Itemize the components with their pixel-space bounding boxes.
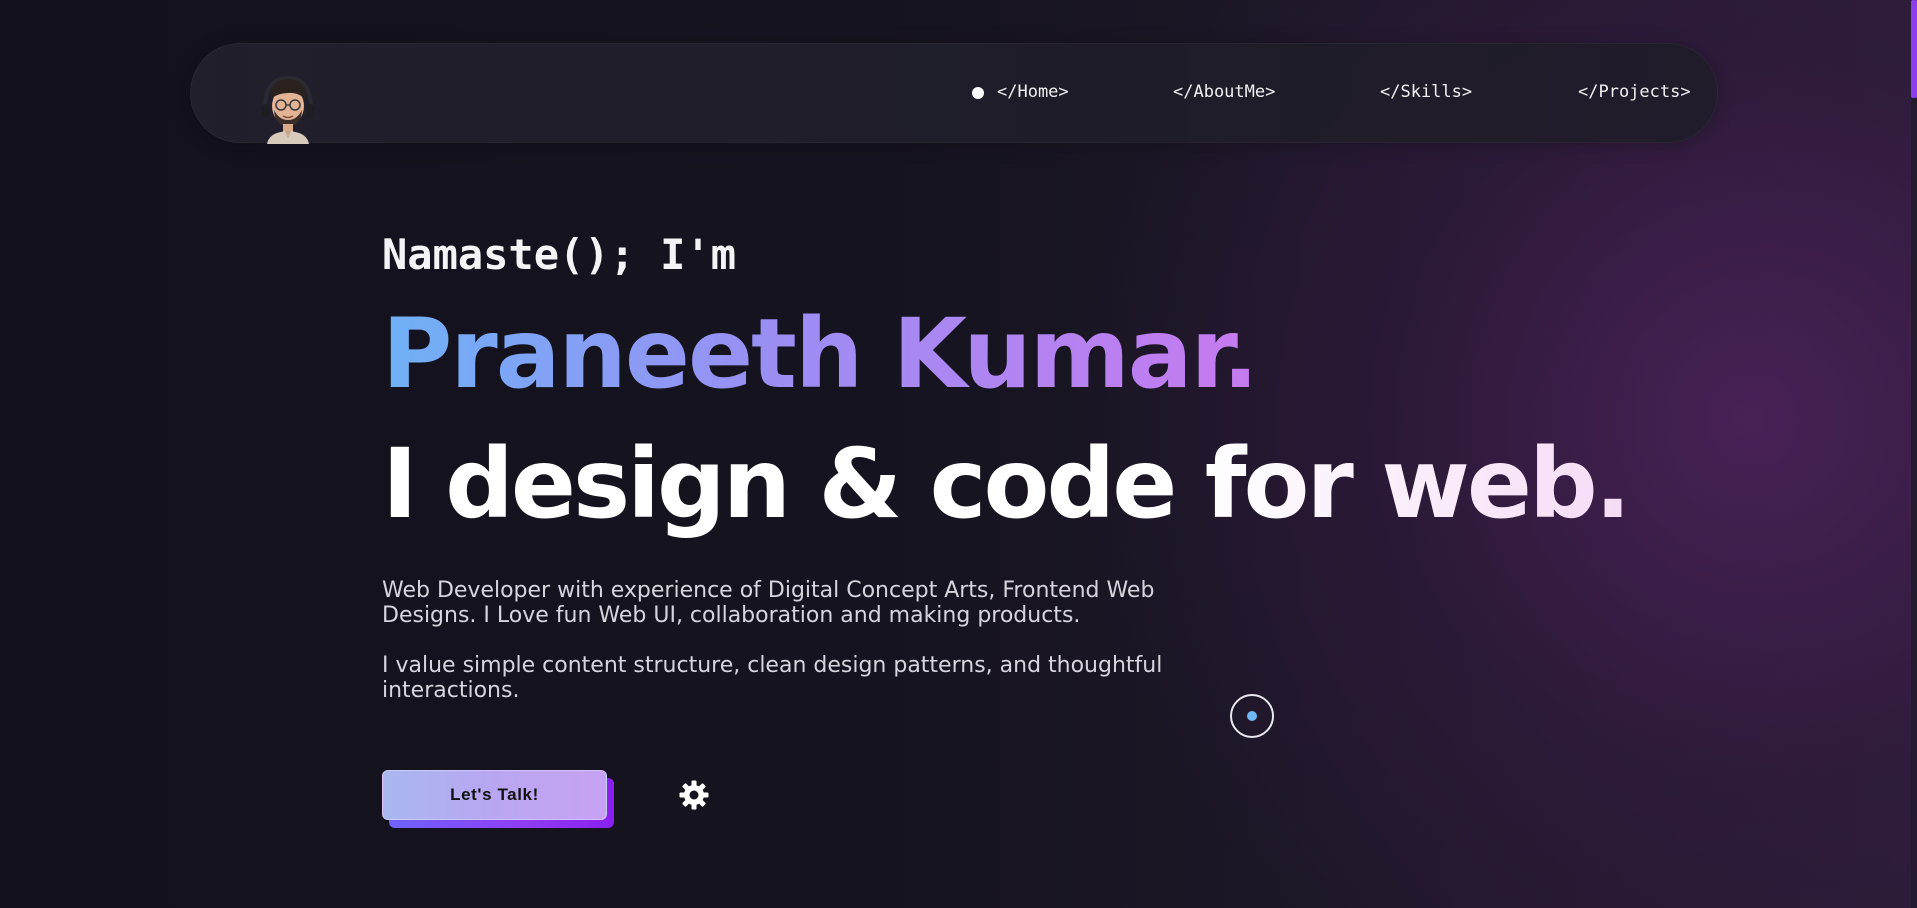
cursor-ring-icon <box>1230 694 1274 738</box>
active-indicator-dot <box>972 87 984 99</box>
top-nav: </Home> </AboutMe> </Skills> </Projects> <box>190 43 1718 144</box>
hero-greeting: Namaste(); I'm <box>382 230 737 279</box>
hero-description-1: Web Developer with experience of Digital… <box>382 578 1155 628</box>
cta-container: Let's Talk! <box>382 770 614 828</box>
nav-link-about-me[interactable]: </AboutMe> <box>1173 82 1275 102</box>
lets-talk-button[interactable]: Let's Talk! <box>382 770 607 820</box>
hero-name: Praneeth Kumar. <box>382 298 1259 410</box>
nav-link-home[interactable]: </Home> <box>997 82 1069 102</box>
hero-tagline: I design & code for web. <box>382 428 1631 540</box>
hero-description-2: I value simple content structure, clean … <box>382 653 1163 703</box>
nav-link-projects[interactable]: </Projects> <box>1578 82 1691 102</box>
cursor-dot <box>1247 711 1257 721</box>
nav-link-skills[interactable]: </Skills> <box>1380 82 1472 102</box>
scrollbar-thumb[interactable] <box>1911 0 1917 98</box>
nav-links: </Home> </AboutMe> </Skills> </Projects> <box>191 44 1717 144</box>
gear-icon[interactable] <box>678 779 710 811</box>
scrollbar[interactable] <box>1911 0 1917 908</box>
